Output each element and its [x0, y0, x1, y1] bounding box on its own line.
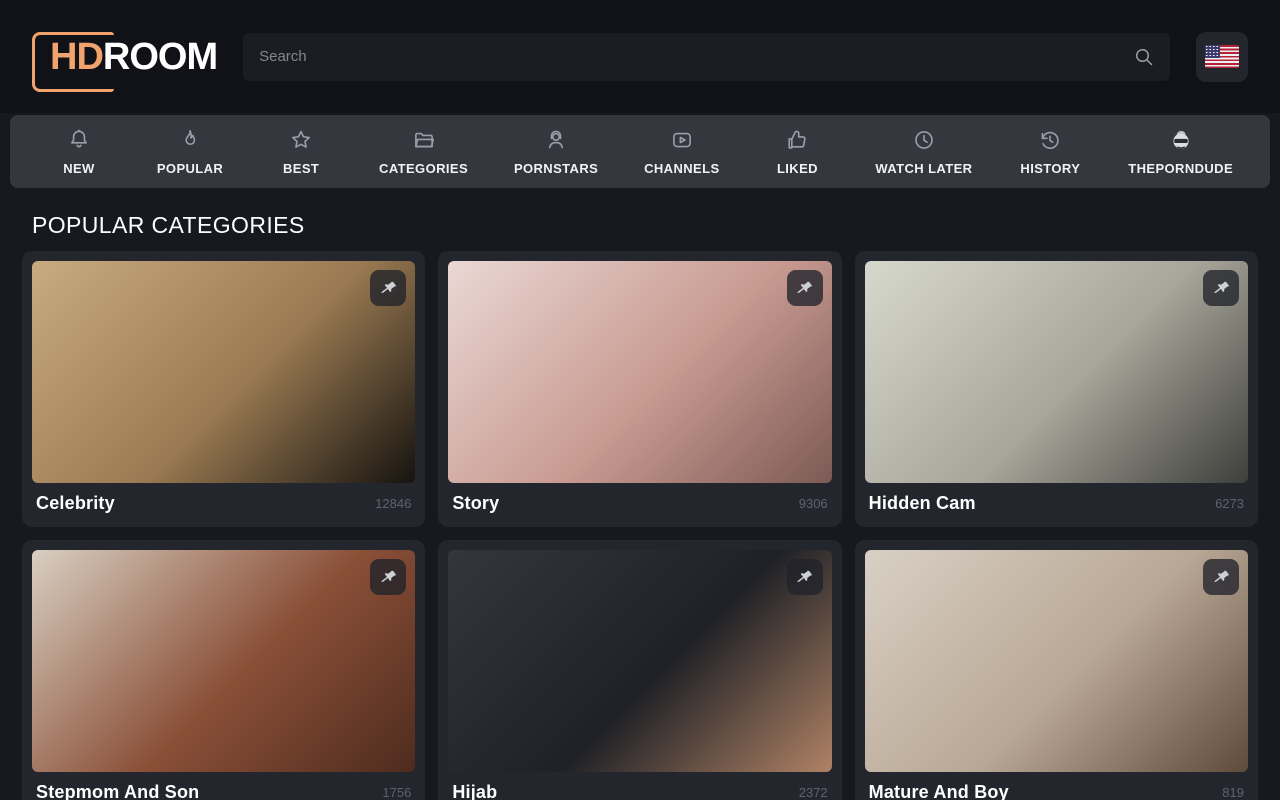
nav-item-new[interactable]: NEW: [47, 127, 111, 176]
category-count: 9306: [799, 496, 828, 511]
theporndude-icon: [1168, 127, 1194, 153]
nav-label: PORNSTARS: [514, 161, 598, 176]
category-thumbnail[interactable]: [32, 261, 415, 483]
search-icon[interactable]: [1132, 45, 1156, 69]
category-title: Celebrity: [36, 493, 115, 514]
category-title: Stepmom And Son: [36, 782, 199, 800]
logo-bracket-icon: [32, 32, 114, 92]
category-thumbnail[interactable]: [448, 550, 831, 772]
card-footer: Hidden Cam 6273: [865, 483, 1248, 527]
play-square-icon: [669, 127, 695, 153]
pushpin-icon: [378, 566, 399, 587]
folder-icon: [411, 127, 437, 153]
main-content: POPULAR CATEGORIES Celebrity 12846 Story: [0, 212, 1280, 800]
pin-button[interactable]: [1203, 559, 1239, 595]
pin-button[interactable]: [1203, 270, 1239, 306]
pushpin-icon: [794, 566, 815, 587]
pin-button[interactable]: [787, 270, 823, 306]
category-title: Mature And Boy: [869, 782, 1009, 800]
thumbs-up-icon: [784, 127, 810, 153]
nav-label: LIKED: [777, 161, 818, 176]
nav-item-watch-later[interactable]: WATCH LATER: [875, 127, 972, 176]
category-thumbnail[interactable]: [865, 550, 1248, 772]
site-logo[interactable]: HDROOM: [32, 32, 217, 82]
pushpin-icon: [378, 277, 399, 298]
nav-label: POPULAR: [157, 161, 223, 176]
nav-label: CHANNELS: [644, 161, 719, 176]
category-card-mature-and-boy[interactable]: Mature And Boy 819: [855, 540, 1258, 800]
card-footer: Story 9306: [448, 483, 831, 527]
pushpin-icon: [1210, 277, 1231, 298]
category-grid: Celebrity 12846 Story 9306 Hidde: [22, 251, 1258, 800]
category-thumbnail[interactable]: [448, 261, 831, 483]
nav-item-history[interactable]: HISTORY: [1018, 127, 1082, 176]
header: HDROOM: [0, 0, 1280, 113]
logo-room: ROOM: [103, 36, 217, 78]
category-title: Hidden Cam: [869, 493, 976, 514]
category-title: Hijab: [452, 782, 497, 800]
category-card-stepmom-and-son[interactable]: Stepmom And Son 1756: [22, 540, 425, 800]
category-count: 1756: [382, 785, 411, 800]
nav-item-pornstars[interactable]: PORNSTARS: [514, 127, 598, 176]
category-card-hijab[interactable]: Hijab 2372: [438, 540, 841, 800]
language-button[interactable]: [1196, 32, 1248, 82]
category-count: 6273: [1215, 496, 1244, 511]
pushpin-icon: [794, 277, 815, 298]
card-footer: Celebrity 12846: [32, 483, 415, 527]
nav-label: WATCH LATER: [875, 161, 972, 176]
category-card-story[interactable]: Story 9306: [438, 251, 841, 527]
category-count: 819: [1222, 785, 1244, 800]
person-icon: [543, 127, 569, 153]
card-footer: Hijab 2372: [448, 772, 831, 800]
page-title: POPULAR CATEGORIES: [22, 212, 1258, 239]
category-thumbnail[interactable]: [865, 261, 1248, 483]
pin-button[interactable]: [787, 559, 823, 595]
bell-icon: [66, 127, 92, 153]
search-input[interactable]: [243, 33, 1170, 81]
card-footer: Stepmom And Son 1756: [32, 772, 415, 800]
category-card-hidden-cam[interactable]: Hidden Cam 6273: [855, 251, 1258, 527]
card-footer: Mature And Boy 819: [865, 772, 1248, 800]
star-icon: [288, 127, 314, 153]
nav-item-categories[interactable]: CATEGORIES: [379, 127, 468, 176]
pin-button[interactable]: [370, 270, 406, 306]
nav-item-channels[interactable]: CHANNELS: [644, 127, 719, 176]
category-count: 2372: [799, 785, 828, 800]
nav-label: CATEGORIES: [379, 161, 468, 176]
pushpin-icon: [1210, 566, 1231, 587]
nav-item-best[interactable]: BEST: [269, 127, 333, 176]
category-card-celebrity[interactable]: Celebrity 12846: [22, 251, 425, 527]
search-bar: [243, 33, 1170, 81]
category-thumbnail[interactable]: [32, 550, 415, 772]
flame-icon: [177, 127, 203, 153]
nav-item-liked[interactable]: LIKED: [765, 127, 829, 176]
nav-label: THEPORNDUDE: [1128, 161, 1233, 176]
category-count: 12846: [375, 496, 411, 511]
nav-item-theporndude[interactable]: THEPORNDUDE: [1128, 127, 1233, 176]
nav-label: HISTORY: [1020, 161, 1080, 176]
nav-label: BEST: [283, 161, 319, 176]
history-clock-icon: [1037, 127, 1063, 153]
us-flag-icon: [1205, 45, 1239, 68]
nav-label: NEW: [63, 161, 95, 176]
pin-button[interactable]: [370, 559, 406, 595]
main-nav: NEW POPULAR BEST CATEGORIES PORNSTARS: [10, 115, 1270, 188]
clock-icon: [911, 127, 937, 153]
nav-item-popular[interactable]: POPULAR: [157, 127, 223, 176]
category-title: Story: [452, 493, 499, 514]
